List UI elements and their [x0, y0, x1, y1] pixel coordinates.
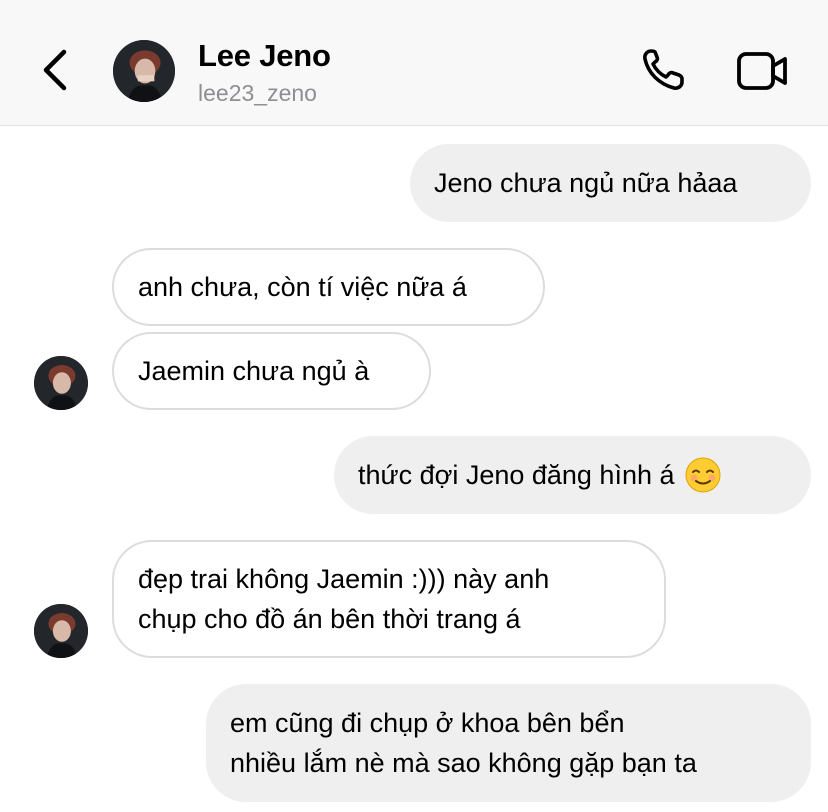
- sent-message-bubble[interactable]: Jeno chưa ngủ nữa hảaa: [410, 144, 811, 222]
- contact-avatar[interactable]: [113, 40, 175, 102]
- avatar-portrait-icon: [34, 356, 88, 410]
- avatar-portrait-icon: [34, 604, 88, 658]
- message-text: thức đợi Jeno đăng hình á: [358, 460, 675, 490]
- video-call-button[interactable]: [736, 50, 790, 92]
- message-text-line: chụp cho đồ án bên thời trang á: [138, 604, 521, 634]
- message-text: Jaemin chưa ngủ à: [138, 356, 370, 386]
- contact-username: lee23_zeno: [198, 80, 317, 106]
- call-button[interactable]: [638, 46, 690, 94]
- avatar-portrait-icon: [113, 40, 175, 102]
- sent-message-bubble[interactable]: thức đợi Jeno đăng hình á: [334, 436, 811, 514]
- relieved-smile-emoji-icon: [685, 457, 720, 493]
- received-message-bubble[interactable]: Jaemin chưa ngủ à: [112, 332, 431, 410]
- sent-message-bubble[interactable]: em cũng đi chụp ở khoa bên bển nhiều lắm…: [206, 684, 811, 802]
- chat-header: Lee Jeno lee23_zeno: [0, 0, 828, 126]
- received-message-bubble[interactable]: anh chưa, còn tí việc nữa á: [112, 248, 545, 326]
- message-text: Jeno chưa ngủ nữa hảaa: [434, 168, 738, 198]
- message-text-line: đẹp trai không Jaemin :))) này anh: [138, 564, 550, 594]
- received-message-bubble[interactable]: đẹp trai không Jaemin :))) này anh chụp …: [112, 540, 666, 658]
- contact-name[interactable]: Lee Jeno: [198, 38, 331, 74]
- message-text: anh chưa, còn tí việc nữa á: [138, 272, 467, 302]
- message-text-line: em cũng đi chụp ở khoa bên bển: [230, 708, 625, 738]
- message-text-line: nhiều lắm nè mà sao không gặp bạn ta: [230, 748, 697, 778]
- sender-avatar[interactable]: [34, 604, 88, 658]
- back-button[interactable]: [36, 46, 76, 94]
- chevron-left-icon: [43, 49, 67, 91]
- video-camera-icon: [737, 52, 787, 90]
- phone-icon: [643, 49, 684, 90]
- sender-avatar[interactable]: [34, 356, 88, 410]
